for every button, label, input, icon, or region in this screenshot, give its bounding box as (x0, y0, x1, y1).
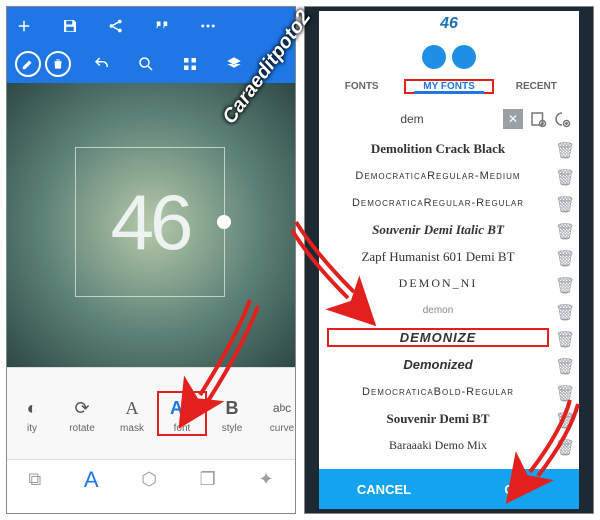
tool-strip: ◐ity ⟳rotate Amask Abfont Bstyle abccurv… (7, 367, 295, 459)
trash-icon[interactable]: 🗑 (555, 357, 571, 373)
tool-curve[interactable]: abccurve (257, 393, 295, 434)
trash-icon[interactable]: 🗑 (555, 222, 571, 238)
tab-overlap-icon[interactable]: ⧉ (28, 469, 41, 490)
tab-fx-icon[interactable]: ✦ (259, 469, 274, 490)
top-toolbar (7, 7, 295, 83)
font-dialog: 46 FONTS MY FONTS RECENT ✕ Demolition Cr… (319, 11, 579, 509)
dialog-header: 46 (319, 11, 579, 69)
delete-icon[interactable] (45, 51, 71, 77)
tab-my-fonts[interactable]: MY FONTS (404, 79, 493, 94)
editor-screen: 46 ◐ity ⟳rotate Amask Abfont Bstyle abcc… (6, 6, 296, 514)
trash-icon[interactable]: 🗑 (555, 141, 571, 157)
save-icon[interactable] (61, 17, 79, 35)
font-row[interactable]: Zapf Humanist 601 Demi BT🗑 (319, 243, 579, 270)
trash-icon[interactable]: 🗑 (555, 276, 571, 292)
tool-mask[interactable]: Amask (107, 393, 157, 434)
tab-fonts[interactable]: FONTS (319, 81, 404, 92)
menu-icon[interactable] (199, 17, 217, 35)
add-icon[interactable] (15, 17, 33, 35)
trash-icon[interactable]: 🗑 (555, 303, 571, 319)
text-box[interactable]: 46 (75, 147, 225, 297)
font-row-demonize[interactable]: DEMONIZE🗑 (319, 324, 579, 351)
font-row[interactable]: Demonized🗑 (319, 351, 579, 378)
preview-number: 46 (440, 15, 458, 33)
share-icon[interactable] (107, 17, 125, 35)
trash-icon[interactable]: 🗑 (555, 195, 571, 211)
font-tabs: FONTS MY FONTS RECENT (319, 69, 579, 103)
trash-icon[interactable]: 🗑 (555, 168, 571, 184)
canvas[interactable]: 46 (7, 83, 295, 367)
undo-icon[interactable] (93, 55, 111, 73)
trash-icon[interactable]: 🗑 (555, 330, 571, 346)
edit-icon[interactable] (15, 51, 41, 77)
quote-icon[interactable] (153, 17, 171, 35)
font-row[interactable]: DemocraticaRegular-Regular🗑 (319, 189, 579, 216)
font-list[interactable]: Demolition Crack Black🗑 DemocraticaRegul… (319, 135, 579, 469)
tool-opacity[interactable]: ◐ity (7, 393, 57, 434)
ok-button[interactable]: OK (449, 482, 579, 497)
canvas-text: 46 (111, 177, 190, 268)
font-row[interactable]: DEMON_NI🗑 (319, 270, 579, 297)
search-row: ✕ (319, 103, 579, 135)
font-row[interactable]: DemocraticaRegular-Medium🗑 (319, 162, 579, 189)
tool-style[interactable]: Bstyle (207, 393, 257, 434)
tab-layers-icon[interactable]: ❐ (200, 469, 216, 490)
dialog-buttons: CANCEL OK (319, 469, 579, 509)
trash-icon[interactable]: 🗑 (555, 384, 571, 400)
import-font-icon[interactable] (529, 110, 547, 128)
font-row[interactable]: Souvenir Demi BT🗑 (319, 405, 579, 432)
grid-icon[interactable] (181, 55, 199, 73)
layers-icon[interactable] (225, 55, 243, 73)
add-font-icon[interactable] (553, 110, 571, 128)
tool-font[interactable]: Abfont (157, 391, 207, 436)
trash-icon[interactable]: 🗑 (555, 438, 571, 454)
cancel-button[interactable]: CANCEL (319, 482, 449, 497)
font-row[interactable]: Demolition Crack Black🗑 (319, 135, 579, 162)
search-input[interactable] (327, 112, 497, 126)
zoom-icon[interactable] (137, 55, 155, 73)
trash-icon[interactable]: 🗑 (555, 411, 571, 427)
font-row[interactable]: DemocraticaBold-Regular🗑 (319, 378, 579, 405)
tab-recent[interactable]: RECENT (494, 81, 579, 92)
tab-text-icon[interactable]: A (84, 467, 99, 493)
font-row[interactable]: Souvenir Demi Italic BT🗑 (319, 216, 579, 243)
tool-rotate[interactable]: ⟳rotate (57, 393, 107, 434)
bottom-tabs: ⧉ A ⬡ ❐ ✦ (7, 459, 295, 499)
font-row[interactable]: demon🗑 (319, 297, 579, 324)
font-picker-screen: 46 FONTS MY FONTS RECENT ✕ Demolition Cr… (304, 6, 594, 514)
font-row[interactable]: Baraaaki Demo Mix🗑 (319, 432, 579, 459)
logo-icon (420, 41, 478, 69)
clear-search-icon[interactable]: ✕ (503, 109, 523, 129)
trash-icon[interactable]: 🗑 (555, 249, 571, 265)
tab-shape-icon[interactable]: ⬡ (141, 469, 157, 490)
